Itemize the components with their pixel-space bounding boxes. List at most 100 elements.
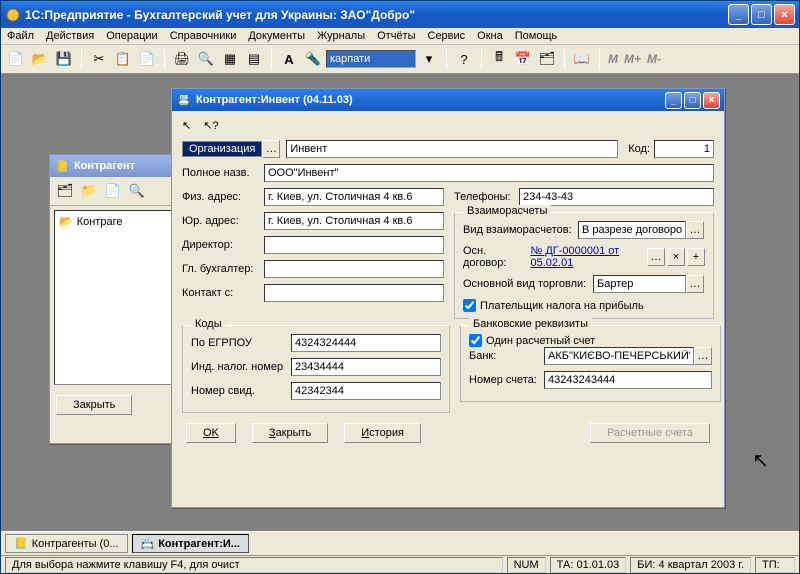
menu-windows[interactable]: Окна	[477, 30, 503, 42]
dialog-close-button[interactable]: ×	[703, 92, 720, 109]
account-input[interactable]	[544, 371, 712, 389]
close-button[interactable]: ×	[774, 4, 795, 25]
legal-addr-input[interactable]	[264, 212, 444, 230]
toolbar-search-input[interactable]	[326, 50, 416, 68]
search-icon[interactable]: 🔦	[302, 48, 324, 70]
date-icon[interactable]: 📅	[512, 48, 534, 70]
menu-documents[interactable]: Документы	[248, 30, 305, 42]
preview-icon[interactable]: 🔍	[195, 48, 217, 70]
main-toolbar: 📄 📂 💾 ✂ 📋 📄 🖨 🔍 ▦ ▤ A 🔦 ▾ ? 🖩 📅 🗂 📖 M M+…	[1, 45, 799, 74]
org-type-box[interactable]: Организация	[182, 141, 262, 157]
ok-button[interactable]: OK	[186, 423, 236, 443]
task-contragent-active[interactable]: 📇 Контрагент:И...	[132, 534, 249, 553]
code-label: Код:	[628, 143, 650, 155]
minimize-button[interactable]: _	[728, 4, 749, 25]
bank-select-button[interactable]: …	[694, 347, 712, 365]
save-icon[interactable]: 💾	[53, 48, 75, 70]
task-icon: 📒	[14, 537, 28, 550]
code-input[interactable]	[654, 140, 714, 158]
menu-references[interactable]: Справочники	[170, 30, 237, 42]
doc-icon[interactable]: 📄	[102, 180, 124, 202]
contract-select-button[interactable]: …	[647, 248, 665, 266]
maximize-button[interactable]: □	[751, 4, 772, 25]
folder-icon[interactable]: 📁	[78, 180, 100, 202]
pointer-icon[interactable]: ↖	[182, 119, 191, 132]
trade-input[interactable]	[593, 275, 686, 293]
menu-reports[interactable]: Отчёты	[377, 30, 415, 42]
name-input[interactable]	[286, 140, 618, 158]
copy-icon[interactable]: 📋	[112, 48, 134, 70]
status-bi: БИ: 4 квартал 2003 г.	[630, 557, 751, 573]
new-icon[interactable]: 📄	[5, 48, 27, 70]
book-icon[interactable]: 📖	[571, 48, 593, 70]
menu-actions[interactable]: Действия	[46, 30, 94, 42]
phys-addr-input[interactable]	[264, 188, 444, 206]
main-contract-link[interactable]: № ДГ-0000001 от 05.02.01	[531, 245, 648, 269]
close-list-button[interactable]: Закрыть	[56, 395, 132, 415]
cut-icon[interactable]: ✂	[88, 48, 110, 70]
status-hint: Для выбора нажмите клавишу F4, для очист	[5, 557, 503, 573]
m-indicator: M	[606, 52, 620, 66]
settle-kind-button[interactable]: …	[686, 221, 704, 239]
settlements-group: Взаиморасчеты Вид взаиморасчетов: … Осн.…	[454, 212, 714, 319]
task-label-1: Контрагенты (0...	[32, 538, 119, 550]
main-menubar: Файл Действия Операции Справочники Докум…	[1, 28, 799, 45]
contragents-title: Контрагент	[74, 160, 135, 172]
paste-icon[interactable]: 📄	[136, 48, 158, 70]
task-icon-2: 📇	[141, 537, 155, 550]
open-icon[interactable]: 📂	[29, 48, 51, 70]
cards-icon[interactable]: 🗂	[54, 180, 76, 202]
help-icon[interactable]: ?	[453, 48, 475, 70]
main-titlebar: 1С:Предприятие - Бухгалтерский учет для …	[1, 1, 799, 28]
main-contract-label: Осн. договор:	[463, 245, 531, 269]
accounts-button: Расчетные счета	[590, 423, 710, 443]
fullname-input[interactable]	[264, 164, 714, 182]
bold-icon[interactable]: A	[278, 48, 300, 70]
dropdown-icon[interactable]: ▾	[418, 48, 440, 70]
egrpou-input[interactable]	[291, 334, 441, 352]
print-icon[interactable]: 🖨	[171, 48, 193, 70]
dialog-maximize-button[interactable]: □	[684, 92, 701, 109]
history-button[interactable]: История	[344, 423, 421, 443]
bank-input[interactable]	[544, 347, 694, 365]
settlements-title: Взаиморасчеты	[463, 205, 551, 217]
search2-icon[interactable]: 🔍	[126, 180, 148, 202]
list-icon[interactable]: 🗂	[536, 48, 558, 70]
accountant-input[interactable]	[264, 260, 444, 278]
inn-input[interactable]	[291, 358, 441, 376]
bank-label: Банк:	[469, 350, 544, 362]
phones-label: Телефоны:	[454, 191, 519, 203]
trade-button[interactable]: …	[686, 275, 704, 293]
director-input[interactable]	[264, 236, 444, 254]
calc-icon[interactable]: 🖩	[488, 48, 510, 70]
help-pointer-icon[interactable]: ↖?	[203, 119, 218, 132]
status-num: NUM	[507, 557, 546, 573]
cert-input[interactable]	[291, 382, 441, 400]
menu-service[interactable]: Сервис	[428, 30, 466, 42]
history-rest: стория	[369, 427, 404, 439]
task-contragents[interactable]: 📒 Контрагенты (0...	[5, 534, 128, 553]
contract-add-button[interactable]: +	[687, 248, 705, 266]
trade-label: Основной вид торговли:	[463, 278, 593, 290]
taxpayer-checkbox[interactable]	[463, 299, 476, 312]
contragent-titlebar[interactable]: 📇 Контрагент:Инвент (04.11.03) _ □ ×	[172, 89, 724, 111]
single-account-checkbox[interactable]	[469, 334, 482, 347]
app-title: 1С:Предприятие - Бухгалтерский учет для …	[25, 8, 728, 22]
menu-help[interactable]: Помощь	[515, 30, 558, 42]
menu-operations[interactable]: Операции	[106, 30, 157, 42]
close-dialog-button[interactable]: Закрыть	[252, 423, 328, 443]
menu-file[interactable]: Файл	[7, 30, 34, 42]
org-type-select-button[interactable]: …	[262, 140, 280, 158]
menu-journals[interactable]: Журналы	[317, 30, 365, 42]
dialog-minimize-button[interactable]: _	[665, 92, 682, 109]
contact-input[interactable]	[264, 284, 444, 302]
contract-clear-button[interactable]: ×	[667, 248, 685, 266]
settle-kind-input[interactable]	[578, 221, 686, 239]
mminus-indicator: M-	[645, 52, 663, 66]
phones-input[interactable]	[519, 188, 714, 206]
accountant-label: Гл. бухгалтер:	[182, 263, 264, 275]
sheet2-icon[interactable]: ▤	[243, 48, 265, 70]
sheet-icon[interactable]: ▦	[219, 48, 241, 70]
contact-label: Контакт с:	[182, 287, 264, 299]
egrpou-label: По ЕГРПОУ	[191, 337, 291, 349]
